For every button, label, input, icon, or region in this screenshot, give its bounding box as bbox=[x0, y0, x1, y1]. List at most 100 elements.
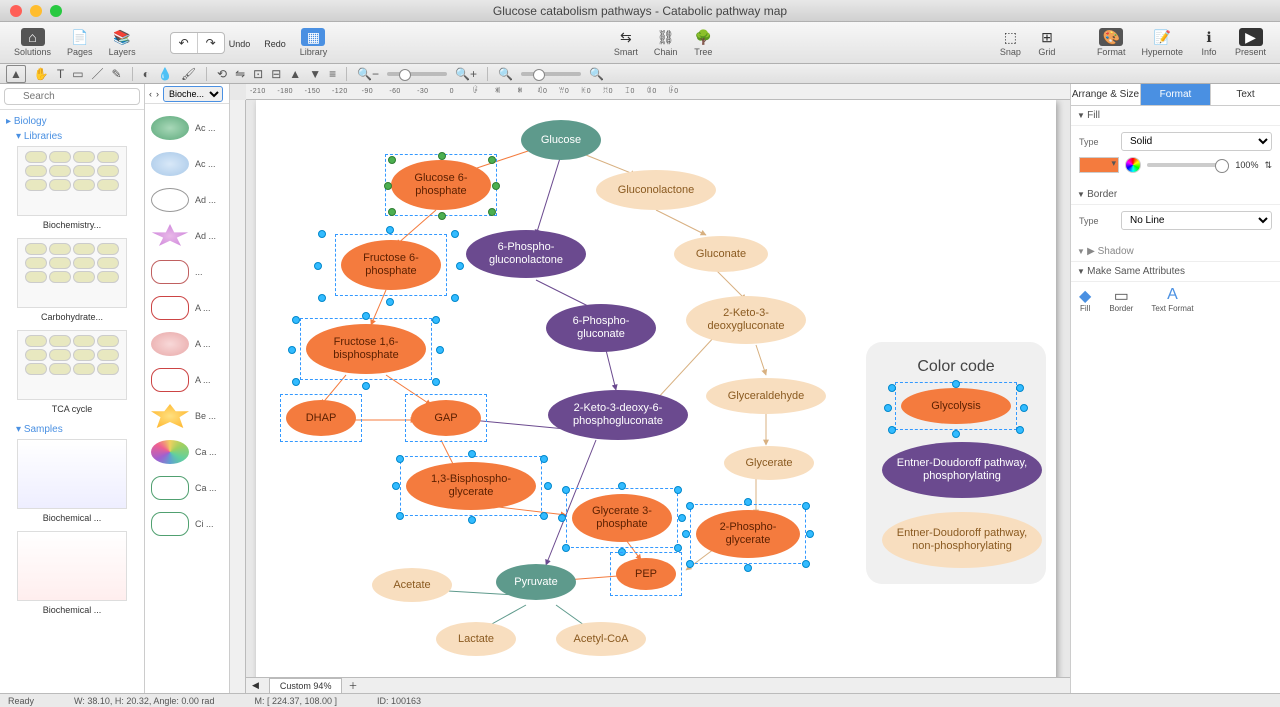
node-glycerate[interactable]: Glycerate bbox=[724, 446, 814, 480]
fill-type-select[interactable]: Solid bbox=[1121, 132, 1272, 151]
redo-button[interactable]: ↷ bbox=[198, 33, 224, 53]
tab-prev-icon[interactable]: ◀ bbox=[246, 680, 265, 691]
node-gluconate[interactable]: Gluconate bbox=[674, 236, 768, 272]
node-glyceraldehyde[interactable]: Glyceraldehyde bbox=[706, 378, 826, 414]
legend-glycolysis[interactable]: Glycolysis bbox=[901, 388, 1011, 424]
nav-back-icon[interactable]: ‹ bbox=[149, 89, 152, 99]
chain-button[interactable]: ⛓Chain bbox=[648, 26, 684, 59]
tab-add-icon[interactable]: ＋ bbox=[342, 679, 363, 692]
grid-button[interactable]: ⊞Grid bbox=[1031, 26, 1063, 59]
color-wheel-icon[interactable] bbox=[1125, 157, 1141, 173]
node-f16bp[interactable]: Fructose 1,6-bisphosphate bbox=[306, 324, 426, 374]
maximize-icon[interactable] bbox=[50, 5, 62, 17]
node-gluconolactone[interactable]: Gluconolactone bbox=[596, 170, 716, 210]
magnify-plus-icon[interactable]: 🔍 bbox=[589, 67, 604, 81]
smart-button[interactable]: ⇆Smart bbox=[608, 26, 644, 59]
msa-section[interactable]: Make Same Attributes bbox=[1071, 262, 1280, 282]
palette-shape[interactable]: Ac ... bbox=[149, 110, 225, 146]
pen-tool-icon[interactable]: ✎ bbox=[112, 67, 122, 81]
canvas-area[interactable]: Glucose Glucose 6-phosphate Fructose 6-p… bbox=[230, 84, 1070, 693]
legend-ed-phos[interactable]: Entner-Doudoroff pathway, phosphorylatin… bbox=[882, 442, 1042, 498]
node-f6p[interactable]: Fructose 6-phosphate bbox=[341, 240, 441, 290]
hand-tool-icon[interactable]: ✋ bbox=[34, 67, 49, 81]
zoom-in-icon[interactable]: 🔍+ bbox=[455, 67, 477, 81]
palette-shape[interactable]: A ... bbox=[149, 290, 225, 326]
pages-button[interactable]: 📄Pages bbox=[61, 26, 99, 59]
nav-fwd-icon[interactable]: › bbox=[156, 89, 159, 99]
tree-libraries[interactable]: ▾ Libraries bbox=[6, 129, 138, 142]
page[interactable]: Glucose Glucose 6-phosphate Fructose 6-p… bbox=[256, 100, 1056, 677]
palette-shape[interactable]: Ad ... bbox=[149, 182, 225, 218]
palette-shape[interactable]: Ca ... bbox=[149, 470, 225, 506]
tab-arrange[interactable]: Arrange & Size bbox=[1071, 84, 1141, 105]
group-icon[interactable]: ⊡ bbox=[253, 67, 263, 81]
msa-text-button[interactable]: AText Format bbox=[1151, 286, 1193, 313]
palette-shape[interactable]: A ... bbox=[149, 362, 225, 398]
library-button[interactable]: ▦Library bbox=[294, 26, 334, 59]
align-icon[interactable]: ≡ bbox=[329, 67, 336, 81]
tree-samples[interactable]: ▾ Samples bbox=[6, 422, 138, 435]
back-icon[interactable]: ▼ bbox=[309, 67, 321, 81]
select-tool-icon[interactable]: ▲ bbox=[6, 65, 26, 83]
node-pyruvate[interactable]: Pyruvate bbox=[496, 564, 576, 600]
zoom-slider[interactable] bbox=[387, 72, 447, 76]
node-kdpg[interactable]: 2-Keto-3-deoxy-6-phosphogluconate bbox=[548, 390, 688, 440]
page-tab[interactable]: Custom 94% bbox=[269, 678, 343, 693]
undo-button[interactable]: ↶ bbox=[171, 33, 198, 53]
opacity-slider[interactable] bbox=[1147, 163, 1229, 167]
shape-tool-icon[interactable]: ▭ bbox=[72, 67, 83, 81]
text-tool-icon[interactable]: T bbox=[57, 67, 64, 81]
zoom-slider-2[interactable] bbox=[521, 72, 581, 76]
info-button[interactable]: ℹInfo bbox=[1193, 26, 1225, 59]
palette-shape[interactable]: A ... bbox=[149, 326, 225, 362]
node-g6p[interactable]: Glucose 6-phosphate bbox=[391, 160, 491, 210]
close-icon[interactable] bbox=[10, 5, 22, 17]
node-pep[interactable]: PEP bbox=[616, 558, 676, 590]
node-kdg[interactable]: 2-Keto-3-deoxygluconate bbox=[686, 296, 806, 344]
rotate-icon[interactable]: ⟲ bbox=[217, 67, 227, 81]
ungroup-icon[interactable]: ⊟ bbox=[271, 67, 281, 81]
legend-ed-nonphos[interactable]: Entner-Doudoroff pathway, non-phosphoryl… bbox=[882, 512, 1042, 568]
stepper-icon[interactable]: ⇅ bbox=[1264, 160, 1272, 171]
fill-section[interactable]: Fill bbox=[1071, 106, 1280, 126]
palette-shape[interactable]: Ci ... bbox=[149, 506, 225, 542]
node-glucose[interactable]: Glucose bbox=[521, 120, 601, 160]
lib-tca[interactable]: TCA cycle bbox=[6, 404, 138, 414]
fill-tool-icon[interactable]: ◐ bbox=[143, 67, 150, 81]
palette-shape[interactable]: Ac ... bbox=[149, 146, 225, 182]
node-gap[interactable]: GAP bbox=[411, 400, 481, 436]
tab-format[interactable]: Format bbox=[1141, 84, 1211, 105]
node-acetate[interactable]: Acetate bbox=[372, 568, 452, 602]
msa-fill-button[interactable]: ◆Fill bbox=[1079, 286, 1091, 313]
solutions-button[interactable]: ⌂Solutions bbox=[8, 26, 57, 59]
format-panel-button[interactable]: 🎨Format bbox=[1091, 26, 1132, 59]
node-lactate[interactable]: Lactate bbox=[436, 622, 516, 656]
magnify-minus-icon[interactable]: 🔍 bbox=[498, 67, 513, 81]
front-icon[interactable]: ▲ bbox=[289, 67, 301, 81]
sample-2[interactable]: Biochemical ... bbox=[6, 605, 138, 615]
eyedrop-icon[interactable]: 💧 bbox=[158, 67, 173, 81]
palette-shape[interactable]: Ca ... bbox=[149, 434, 225, 470]
fill-color-swatch[interactable] bbox=[1079, 157, 1119, 173]
flip-h-icon[interactable]: ⇋ bbox=[235, 67, 245, 81]
tree-biology[interactable]: ▸ Biology bbox=[6, 114, 138, 129]
sample-1[interactable]: Biochemical ... bbox=[6, 513, 138, 523]
tree-button[interactable]: 🌳Tree bbox=[687, 26, 719, 59]
border-type-select[interactable]: No Line bbox=[1121, 211, 1272, 230]
minimize-icon[interactable] bbox=[30, 5, 42, 17]
shadow-section[interactable]: ▶ Shadow bbox=[1071, 242, 1280, 262]
present-button[interactable]: ▶Present bbox=[1229, 26, 1272, 59]
tab-text[interactable]: Text bbox=[1211, 84, 1280, 105]
node-acoa[interactable]: Acetyl-CoA bbox=[556, 622, 646, 656]
msa-border-button[interactable]: ▭Border bbox=[1109, 286, 1133, 313]
lib-carbohydrate[interactable]: Carbohydrate... bbox=[6, 312, 138, 322]
palette-select[interactable]: Bioche... bbox=[163, 86, 223, 102]
palette-shape[interactable]: ... bbox=[149, 254, 225, 290]
node-pg[interactable]: 6-Phospho-gluconate bbox=[546, 304, 656, 352]
lib-biochemistry[interactable]: Biochemistry... bbox=[6, 220, 138, 230]
node-pg2[interactable]: 2-Phospho-glycerate bbox=[696, 510, 800, 558]
node-g3p[interactable]: Glycerate 3-phosphate bbox=[572, 494, 672, 542]
brush-icon[interactable]: 🖌 bbox=[181, 67, 196, 81]
snap-button[interactable]: ⬚Snap bbox=[994, 26, 1027, 59]
node-bpg[interactable]: 1,3-Bisphospho-glycerate bbox=[406, 462, 536, 510]
